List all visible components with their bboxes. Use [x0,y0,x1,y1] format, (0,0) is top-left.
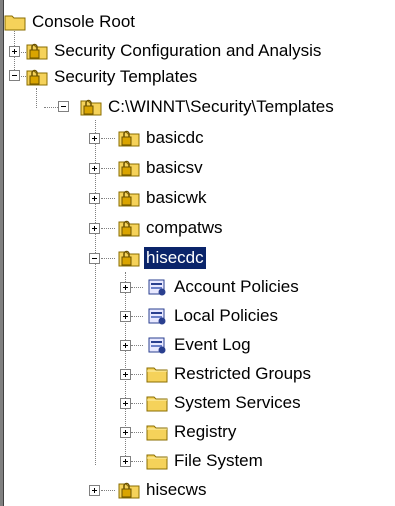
expand-toggle[interactable] [89,223,100,234]
policy-icon [146,306,168,326]
tree-node-security-configuration[interactable]: Security Configuration and Analysis [26,37,323,65]
folder-icon [146,451,168,471]
tree-line [131,345,143,346]
lock-folder-icon [118,248,140,268]
tree-node-templates-path[interactable]: C:\WINNT\Security\Templates [80,93,336,121]
tree-node-policy[interactable]: Local Policies [146,302,280,330]
tree-node-template[interactable]: basicdc [118,124,206,152]
policy-icon [146,335,168,355]
node-label: Event Log [174,335,251,354]
node-label: basicwk [146,188,207,207]
node-label: Security Configuration and Analysis [54,41,322,60]
tree-node-policy[interactable]: Account Policies [146,273,301,301]
tree-line [131,403,143,404]
collapse-toggle[interactable] [9,70,20,81]
tree-line [131,432,143,433]
expand-toggle[interactable] [9,46,20,57]
tree-node-folder[interactable]: Registry [146,418,238,446]
node-label: compatws [146,218,223,237]
tree-node-template[interactable]: compatws [118,214,225,242]
folder-icon [4,12,26,32]
collapse-toggle[interactable] [58,101,69,112]
tree-line [36,88,37,108]
collapse-toggle[interactable] [89,253,100,264]
tree-line [131,374,143,375]
node-label: hisecdc [143,246,207,270]
expand-toggle[interactable] [120,369,131,380]
tree-node-folder[interactable]: Restricted Groups [146,360,313,388]
tree-line [101,198,115,199]
node-label: basicsv [146,158,203,177]
lock-folder-icon [118,188,140,208]
expand-toggle[interactable] [120,456,131,467]
node-label: basicdc [146,128,204,147]
tree-line [101,228,115,229]
tree-line [131,316,143,317]
node-label: Console Root [32,12,136,31]
tree-node-template[interactable]: hisecws [118,476,208,504]
tree-node-template[interactable]: basicwk [118,184,208,212]
folder-icon [146,422,168,442]
expand-toggle[interactable] [89,163,100,174]
node-label: Restricted Groups [174,364,311,383]
lock-folder-icon [26,67,48,87]
lock-folder-icon [80,97,102,117]
tree-line [131,287,143,288]
tree-line [101,490,115,491]
lock-folder-icon [118,480,140,500]
lock-folder-icon [118,218,140,238]
expand-toggle[interactable] [89,133,100,144]
node-label: Account Policies [174,277,299,296]
tree-node-template-selected[interactable]: hisecdc [118,244,207,272]
lock-folder-icon [118,158,140,178]
tree-line [44,107,58,108]
node-label: Local Policies [174,306,278,325]
expand-toggle[interactable] [120,311,131,322]
tree-line [101,258,115,259]
node-label: System Services [174,393,301,412]
expand-toggle[interactable] [120,340,131,351]
node-label: hisecws [146,480,207,499]
node-label: File System [174,451,263,470]
policy-icon [146,277,168,297]
tree-node-policy[interactable]: Event Log [146,331,253,359]
expand-toggle[interactable] [89,485,100,496]
folder-icon [146,393,168,413]
lock-folder-icon [26,41,48,61]
lock-folder-icon [118,128,140,148]
tree-line [101,168,115,169]
console-tree[interactable]: Console Root Security Configuration and … [0,0,395,506]
tree-node-folder[interactable]: File System [146,447,265,475]
tree-line [101,138,115,139]
expand-toggle[interactable] [120,427,131,438]
node-label: Security Templates [54,67,198,86]
expand-toggle[interactable] [89,193,100,204]
tree-node-console-root[interactable]: Console Root [4,8,137,36]
expand-toggle[interactable] [120,282,131,293]
tree-node-security-templates[interactable]: Security Templates [26,63,199,91]
node-label: C:\WINNT\Security\Templates [108,97,334,116]
tree-line [131,461,143,462]
tree-node-template[interactable]: basicsv [118,154,205,182]
tree-node-folder[interactable]: System Services [146,389,303,417]
node-label: Registry [174,422,237,441]
folder-icon [146,364,168,384]
expand-toggle[interactable] [120,398,131,409]
